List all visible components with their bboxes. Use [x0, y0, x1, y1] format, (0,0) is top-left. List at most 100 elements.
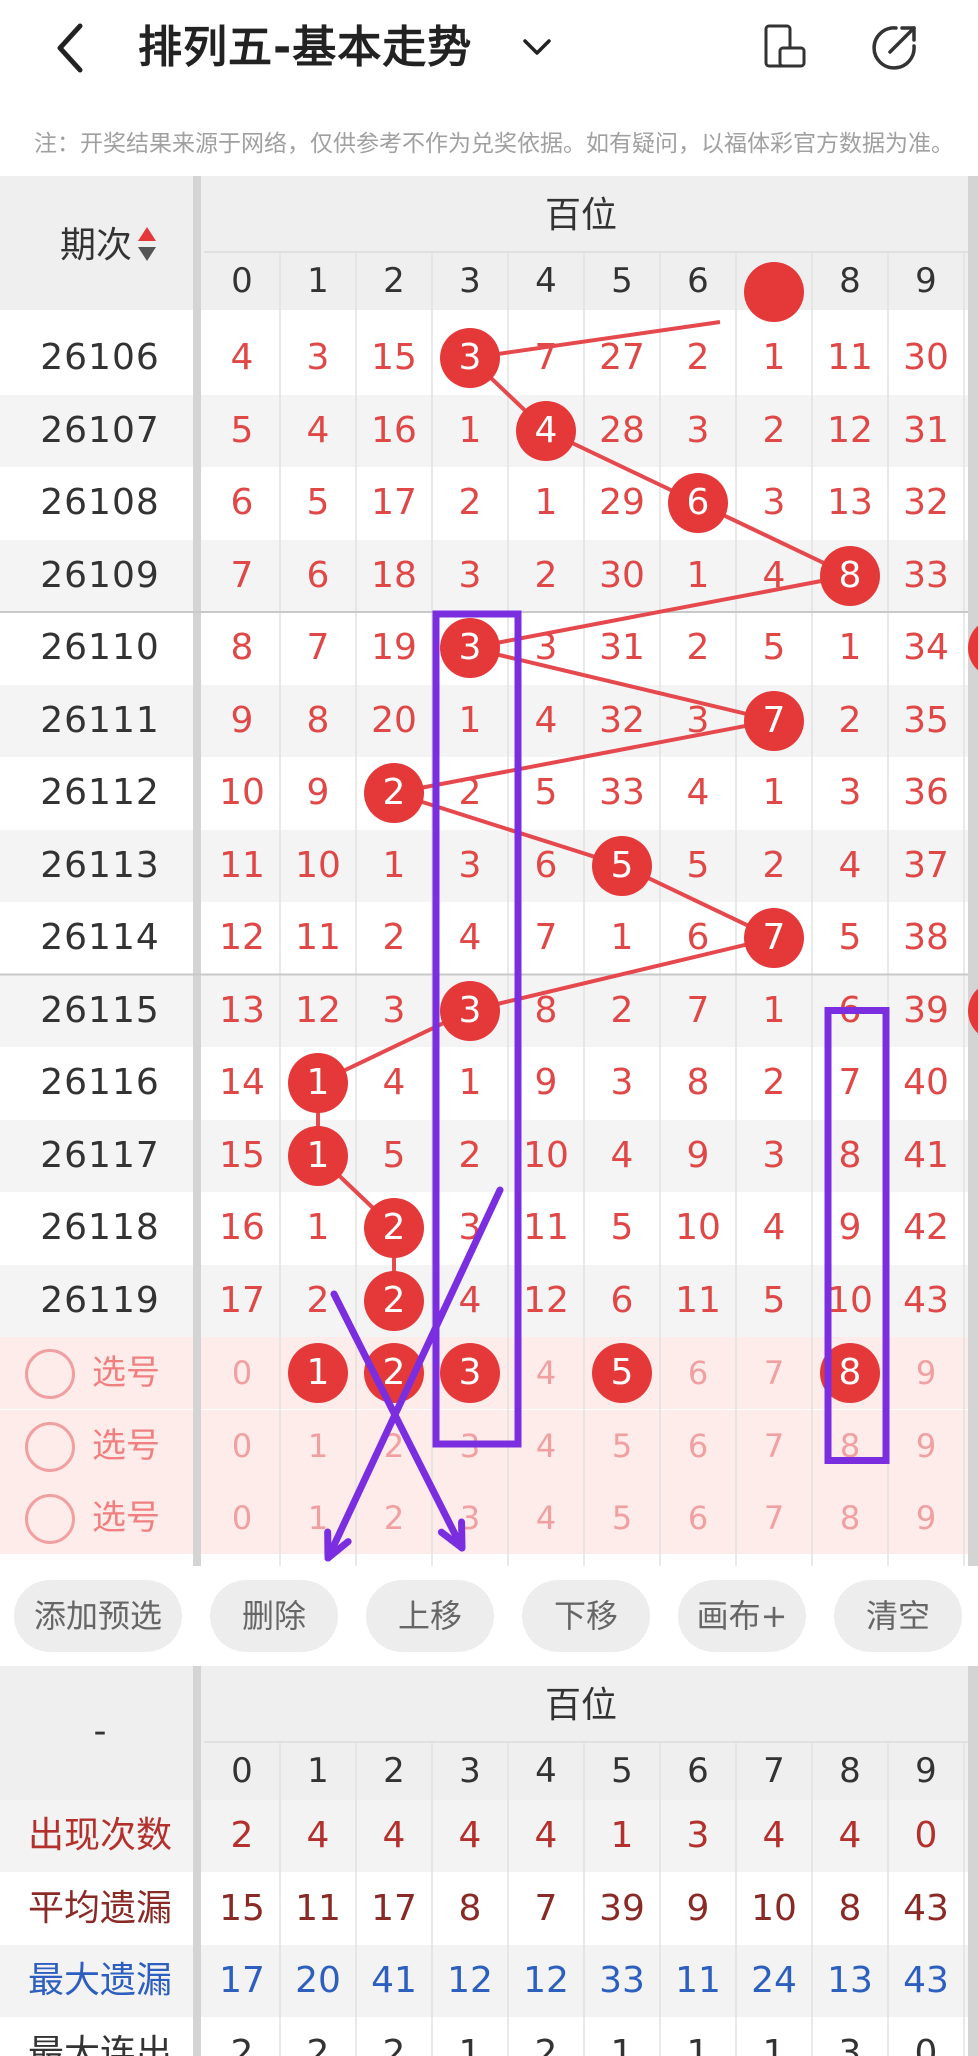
- hit-number-ball: 2: [364, 763, 424, 823]
- pick-label[interactable]: 选号: [92, 1410, 160, 1482]
- pick-select-circle[interactable]: [25, 1349, 75, 1399]
- chevron-down-icon[interactable]: [520, 32, 554, 62]
- miss-count: 36: [903, 772, 949, 813]
- miss-count: 16: [219, 1207, 265, 1248]
- pick-number[interactable]: 4: [508, 1482, 584, 1554]
- miss-count: 7: [838, 1062, 862, 1103]
- miss-count: 10: [827, 1279, 873, 1321]
- pick-number[interactable]: 7: [736, 1337, 812, 1409]
- selected-number-ball[interactable]: 8: [820, 1343, 880, 1403]
- period-header[interactable]: 期次: [60, 216, 158, 268]
- miss-count: 1: [686, 554, 710, 596]
- miss-count: 38: [903, 917, 949, 958]
- miss-count: 40: [903, 1062, 949, 1103]
- miss-count: 3: [458, 1207, 482, 1248]
- miss-count: 4: [458, 1279, 482, 1321]
- pick-label[interactable]: 选号: [92, 1337, 160, 1409]
- miss-count: 5: [534, 772, 558, 813]
- miss-count: 4: [762, 1207, 786, 1248]
- miss-count: 10: [219, 772, 265, 813]
- miss-count: 2: [762, 1062, 786, 1103]
- add-preselect-button[interactable]: 添加预选: [14, 1580, 182, 1652]
- clear-button[interactable]: 清空: [834, 1580, 962, 1652]
- miss-count: 7: [306, 627, 330, 668]
- pick-number[interactable]: 9: [888, 1337, 964, 1409]
- pick-number[interactable]: 7: [736, 1410, 812, 1482]
- pick-number[interactable]: 9: [888, 1482, 964, 1554]
- selected-number-ball[interactable]: 3: [440, 1343, 500, 1403]
- move-up-button[interactable]: 上移: [366, 1580, 494, 1652]
- pick-number[interactable]: 0: [204, 1410, 280, 1482]
- back-arrow-icon[interactable]: [48, 20, 98, 76]
- pick-number[interactable]: 1: [280, 1410, 356, 1482]
- miss-count: 9: [686, 1134, 710, 1176]
- pick-number[interactable]: 4: [508, 1410, 584, 1482]
- digit-header: 6: [687, 261, 709, 301]
- miss-count: 17: [371, 482, 417, 523]
- pick-number[interactable]: 1: [280, 1482, 356, 1554]
- miss-count: 11: [295, 917, 341, 958]
- move-down-button[interactable]: 下移: [522, 1580, 650, 1652]
- pick-number[interactable]: 0: [204, 1482, 280, 1554]
- hit-number-ball: 3: [440, 980, 500, 1041]
- period-number: 26106: [40, 337, 160, 378]
- pick-number[interactable]: 9: [888, 1410, 964, 1482]
- digit-header: 9: [915, 261, 937, 301]
- miss-count: 3: [458, 844, 482, 886]
- pick-number[interactable]: 0: [204, 1337, 280, 1409]
- pick-number[interactable]: 6: [660, 1337, 736, 1409]
- pick-number[interactable]: 5: [584, 1410, 660, 1482]
- hit-number-ball: 6: [668, 473, 728, 533]
- miss-count: 37: [903, 844, 949, 886]
- hit-number-ball-partial: [744, 262, 804, 322]
- miss-count: 3: [610, 1062, 634, 1103]
- pick-number[interactable]: 5: [584, 1482, 660, 1554]
- miss-count: 4: [686, 772, 710, 813]
- period-number: 26107: [40, 409, 160, 451]
- hit-number-ball: 1: [288, 1053, 348, 1113]
- pick-number[interactable]: 7: [736, 1482, 812, 1554]
- miss-count: 9: [838, 1207, 862, 1248]
- pick-label[interactable]: 选号: [92, 1482, 160, 1554]
- miss-count: 2: [838, 699, 862, 741]
- hit-number-ball: 7: [744, 908, 804, 968]
- pick-number[interactable]: 2: [356, 1410, 432, 1482]
- pick-number[interactable]: 3: [432, 1410, 508, 1482]
- pick-number[interactable]: 8: [812, 1482, 888, 1554]
- miss-count: 32: [903, 482, 949, 523]
- pick-select-circle[interactable]: [25, 1494, 75, 1544]
- selected-number-ball[interactable]: 1: [288, 1343, 348, 1403]
- miss-count: 3: [306, 337, 330, 378]
- selected-number-ball[interactable]: 5: [592, 1343, 652, 1403]
- miss-count: 5: [230, 409, 254, 451]
- miss-count: 12: [295, 989, 341, 1031]
- pick-number[interactable]: 4: [508, 1337, 584, 1409]
- pick-number[interactable]: 2: [356, 1482, 432, 1554]
- miss-count: 35: [903, 699, 949, 741]
- miss-count: 10: [675, 1207, 721, 1248]
- miss-count: 13: [219, 989, 265, 1031]
- miss-count: 2: [382, 917, 406, 958]
- canvas-add-button[interactable]: 画布+: [678, 1580, 806, 1652]
- miss-count: 3: [686, 409, 710, 451]
- miss-count: 2: [458, 482, 482, 523]
- miss-count: 11: [219, 844, 265, 886]
- pick-number[interactable]: 8: [812, 1410, 888, 1482]
- pick-number[interactable]: 6: [660, 1410, 736, 1482]
- miss-count: 10: [523, 1134, 569, 1176]
- selected-number-ball[interactable]: 2: [364, 1343, 424, 1403]
- miss-count: 7: [534, 337, 558, 378]
- delete-button[interactable]: 删除: [210, 1580, 338, 1652]
- pick-number[interactable]: 3: [432, 1482, 508, 1554]
- share-icon[interactable]: [866, 20, 922, 76]
- miss-count: 3: [838, 772, 862, 813]
- pick-number[interactable]: 6: [660, 1482, 736, 1554]
- miss-count: 29: [599, 482, 645, 523]
- phone-rotate-icon[interactable]: [756, 20, 812, 76]
- miss-count: 33: [903, 554, 949, 596]
- pick-select-circle[interactable]: [25, 1421, 75, 1472]
- page-title[interactable]: 排列五-基本走势: [138, 18, 472, 78]
- miss-count: 15: [219, 1134, 265, 1176]
- sort-icon[interactable]: [136, 225, 158, 263]
- miss-count: 13: [827, 482, 873, 523]
